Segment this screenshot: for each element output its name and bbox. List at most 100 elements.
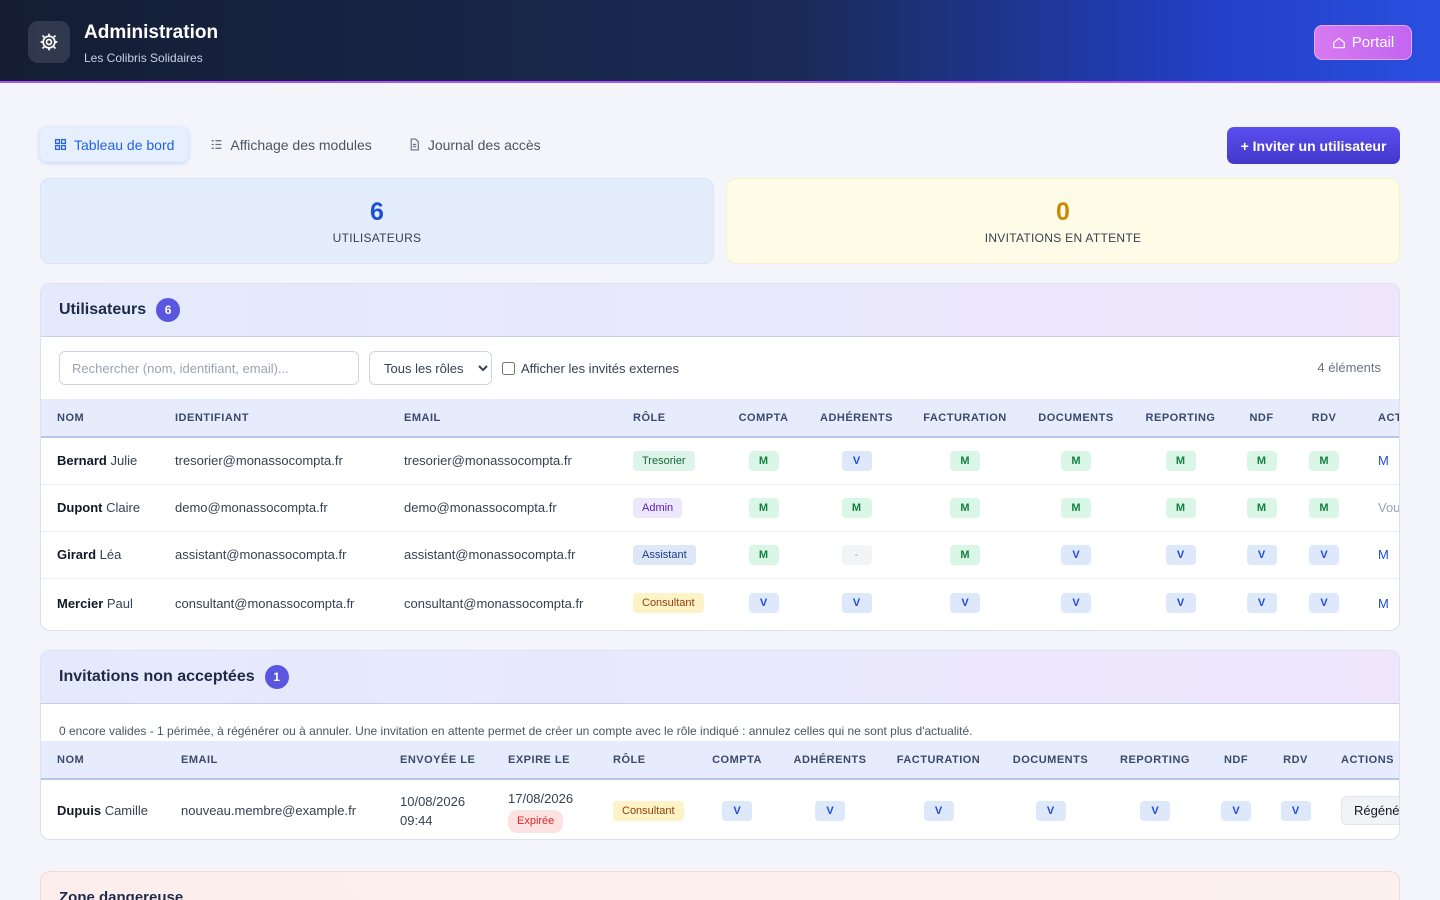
users-table-header: NOM IDENTIFIANT EMAIL RÔLE COMPTA ADHÉRE…: [41, 399, 1399, 438]
permission-cell: V: [811, 437, 902, 485]
permission-badge[interactable]: M: [841, 497, 872, 518]
permission-badge[interactable]: M: [950, 497, 980, 518]
admin-tabs: Tableau de bord Affichage des modules Jo…: [40, 127, 555, 162]
column-header: ADHÉRENTS: [780, 741, 880, 780]
permission-badge[interactable]: V: [923, 800, 954, 821]
column-header[interactable]: IDENTIFIANT: [159, 399, 388, 438]
edit-action[interactable]: M: [1378, 453, 1389, 468]
permission-badge[interactable]: V: [1246, 544, 1277, 565]
permission-badge[interactable]: M: [950, 450, 980, 471]
permission-badge[interactable]: M: [1246, 450, 1277, 471]
permission-badge[interactable]: V: [1246, 593, 1277, 614]
last-name: Dupont: [57, 500, 103, 515]
users-filters: Tous les rôles Afficher les invités exte…: [41, 337, 1399, 399]
permission-badge[interactable]: M: [1165, 497, 1196, 518]
identifier-cell: assistant@monassocompta.fr: [159, 531, 388, 579]
page-title: Administration: [84, 22, 219, 43]
edit-action[interactable]: M: [1378, 547, 1389, 562]
permission-badge[interactable]: V: [1309, 593, 1339, 614]
email-cell: demo@monassocompta.fr: [388, 484, 617, 532]
email-cell: assistant@monassocompta.fr: [388, 531, 617, 579]
permission-badge[interactable]: M: [1246, 497, 1277, 518]
role-badge[interactable]: Consultant: [613, 800, 684, 821]
users-panel-title: Utilisateurs: [59, 301, 147, 318]
table-row[interactable]: Mercier Paul consultant@monassocompta.fr c…: [41, 578, 1399, 628]
role-filter-select[interactable]: Tous les rôles: [369, 351, 492, 385]
permission-badge[interactable]: -: [841, 544, 872, 565]
current-user-label: Vous: [1378, 500, 1400, 515]
invitations-panel: Invitations non acceptées 1 0 encore val…: [40, 650, 1400, 840]
pending-invitations-stat-card: 0 INVITATIONS EN ATTENTE: [726, 178, 1400, 264]
permission-badge[interactable]: M: [1061, 450, 1091, 471]
permission-badge[interactable]: V: [950, 593, 980, 614]
permission-badge[interactable]: V: [1035, 800, 1066, 821]
portal-button[interactable]: Portail: [1314, 25, 1412, 60]
permission-badge[interactable]: V: [841, 593, 872, 614]
tab-access-log[interactable]: Journal des accès: [394, 127, 555, 162]
actions-cell: Vous: [1362, 484, 1400, 532]
permission-badge[interactable]: M: [1309, 450, 1339, 471]
invitations-panel-title: Invitations non acceptées: [59, 668, 255, 685]
column-header: RÔLE: [597, 741, 694, 780]
external-guests-toggle[interactable]: Afficher les invités externes: [502, 361, 679, 376]
column-header: ACTIONS: [1362, 399, 1399, 438]
actions-cell: M: [1362, 531, 1399, 579]
table-row[interactable]: Girard Léa assistant@monassocompta.fr assi…: [41, 531, 1399, 579]
permission-cell: M: [902, 531, 1028, 579]
permission-badge[interactable]: V: [1280, 800, 1311, 821]
first-name: Claire: [106, 500, 141, 515]
table-row[interactable]: Dupont Claire demo@monassocompta.fr demo@m…: [41, 484, 1400, 532]
permission-badge[interactable]: V: [1140, 800, 1170, 821]
regenerate-button[interactable]: Régénérer: [1341, 796, 1399, 825]
permission-badge[interactable]: V: [1309, 544, 1339, 565]
permission-badge[interactable]: V: [841, 450, 872, 471]
expire-date: 17/08/2026: [508, 790, 574, 806]
role-badge[interactable]: Tresorier: [633, 450, 695, 471]
permission-cell: M: [1124, 484, 1237, 532]
permission-badge[interactable]: M: [950, 544, 980, 565]
permission-badge[interactable]: M: [748, 544, 779, 565]
permission-badge[interactable]: M: [1061, 497, 1091, 518]
column-header[interactable]: NOM: [41, 399, 159, 438]
expire-date-cell: 17/08/2026 Expirée: [492, 779, 597, 839]
organization-name: Les Colibris Solidaires: [84, 51, 203, 65]
identifier-cell: consultant@monassocompta.fr: [175, 595, 355, 611]
permission-badge[interactable]: V: [1165, 544, 1196, 565]
tab-modules-display[interactable]: Affichage des modules: [196, 127, 385, 162]
column-header: DOCUMENTS: [1028, 399, 1124, 438]
last-name: Dupuis: [57, 803, 102, 818]
last-name: Bernard: [57, 453, 107, 469]
role-badge[interactable]: Assistant: [633, 544, 696, 565]
role-badge[interactable]: Admin: [633, 497, 683, 518]
permission-cell: V: [902, 578, 1028, 628]
permission-badge[interactable]: M: [748, 497, 779, 518]
permission-badge[interactable]: V: [748, 593, 779, 614]
permission-badge[interactable]: V: [1061, 593, 1091, 614]
role-badge[interactable]: Consultant: [633, 593, 704, 614]
external-guests-checkbox[interactable]: [502, 361, 515, 375]
column-header: RDV: [1266, 741, 1325, 780]
permission-badge[interactable]: V: [722, 800, 752, 821]
permission-badge[interactable]: M: [1165, 450, 1196, 471]
permission-cell: V: [1286, 578, 1362, 628]
role-cell: Assistant: [617, 531, 716, 579]
table-row[interactable]: Bernard Julie tresorier@monassocompta.fr t…: [41, 437, 1399, 485]
tab-dashboard[interactable]: Tableau de bord: [40, 127, 189, 162]
permission-cell: V: [997, 779, 1104, 839]
column-header[interactable]: RÔLE: [617, 399, 716, 438]
permission-badge[interactable]: V: [815, 800, 845, 821]
permission-cell: M: [1028, 437, 1124, 485]
permission-badge[interactable]: M: [1309, 497, 1339, 518]
column-header[interactable]: EMAIL: [388, 399, 617, 438]
sent-date: 10/08/2026: [400, 793, 466, 809]
search-input[interactable]: [59, 351, 359, 385]
permission-badge[interactable]: V: [1061, 544, 1091, 565]
invite-user-button[interactable]: + Inviter un utilisateur: [1227, 127, 1400, 164]
danger-zone-panel: Zone dangereuse: [40, 871, 1400, 900]
edit-action[interactable]: M: [1378, 596, 1389, 611]
permission-badge[interactable]: V: [1165, 593, 1196, 614]
permission-badge[interactable]: V: [1221, 800, 1251, 821]
column-header: REPORTING: [1104, 741, 1206, 780]
permission-cell: V: [694, 779, 780, 839]
permission-badge[interactable]: M: [748, 450, 779, 471]
